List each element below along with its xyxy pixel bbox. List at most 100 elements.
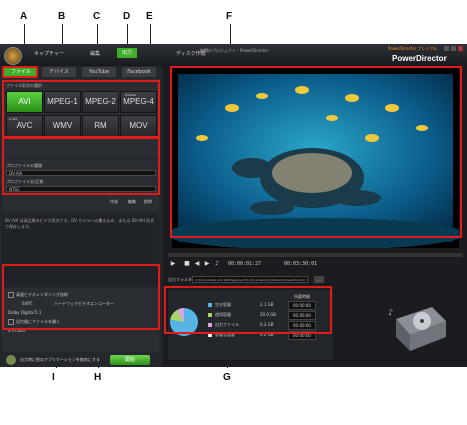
profile-delete-button[interactable]: 削除 (144, 199, 152, 205)
option-dolby-label: Dolby Digital 5.1 (8, 310, 42, 315)
time-header: 所要時間 (294, 294, 310, 299)
profile-edit-button[interactable]: 編集 (128, 199, 136, 205)
option-fast-rendering[interactable]: 高速ビデオレンダリング技術 (8, 292, 68, 298)
option-open-after[interactable]: 出力後にファイルを開く (8, 319, 60, 325)
format-rm[interactable]: RM (82, 115, 119, 137)
maximize-icon[interactable] (451, 46, 456, 51)
right-panel: ▶ ■ ◀ ▶ ♪ 00:00:01:27 00:03:30:01 出力フォルダ… (164, 66, 467, 367)
legend-free-value: 2.1 GB (260, 302, 274, 307)
checkbox-icon (8, 292, 14, 298)
callout-e: E (146, 11, 153, 22)
preview-window (165, 68, 465, 250)
status-icon (6, 355, 16, 365)
format-mov[interactable]: MOV (120, 115, 157, 137)
time-field-4: 00:00:00 (288, 331, 316, 340)
format-avc[interactable]: H.264 AVC (6, 115, 43, 137)
time-field-2: 00:00:00 (288, 311, 316, 320)
format-wmv[interactable]: WMV (44, 115, 81, 137)
time-field-1: 00:00:00 (288, 301, 316, 310)
profile-name-select[interactable]: NTSC (6, 186, 156, 192)
option-fast-rendering-label: 高速ビデオレンダリング技術 (16, 292, 68, 297)
svg-text:♪: ♪ (388, 308, 393, 317)
time-field-3: 00:00:00 (288, 321, 316, 330)
output-folder-row: 出力フォルダー: C:\Documents and Settings\user\… (168, 275, 463, 285)
stop-icon[interactable]: ■ (182, 259, 192, 269)
option-open-after-label: 出力後にファイルを開く (16, 319, 60, 324)
tab-device[interactable]: デバイス (42, 67, 76, 77)
option-xvcolor[interactable]: x.v.Color (8, 328, 25, 333)
format-avi-label: AVI (18, 97, 31, 106)
play-icon[interactable]: ▶ (168, 259, 178, 269)
legend-required: 必要な容量 (208, 332, 235, 338)
checkbox-icon (8, 319, 14, 325)
close-icon[interactable] (458, 46, 463, 51)
nav-edit[interactable]: 編集 (90, 50, 100, 57)
callout-b: B (58, 11, 66, 22)
callout-g: G (223, 372, 231, 383)
callout-c: C (93, 11, 101, 22)
status-text: 出力時に他のアプリケーションを無効にする (20, 357, 100, 362)
format-avc-label: AVC (16, 121, 33, 130)
format-mpeg2[interactable]: MPEG-2 (82, 91, 119, 113)
tab-facebook[interactable]: Facebook (122, 67, 156, 77)
format-mpeg4[interactable]: Portable MPEG-4 (120, 91, 157, 113)
premium-link[interactable]: PowerDirector プレミアム (388, 46, 437, 52)
legend-used-label: 使用容量 (215, 312, 231, 317)
app-window: キャプチャー 編集 出力 ディスク作成 無題のプロジェクト - PowerDir… (0, 44, 467, 367)
format-wmv-label: WMV (52, 121, 73, 130)
preview-image (165, 74, 465, 250)
format-panel: ファイル形式の選択 AVI MPEG-1 MPEG-2 Portable MPE… (2, 79, 159, 157)
status-row: 出力時に他のアプリケーションを無効にする 開始 (2, 354, 159, 366)
format-avc-note: H.264 (9, 117, 18, 121)
brand-title: PowerDirector (392, 54, 447, 63)
output-options: 高速ビデオレンダリング技術 SVRT ハードウェアビデオエンコーダー Dolby… (2, 288, 159, 352)
profile-type-label: プロファイルの種類 (6, 163, 42, 168)
legend-required-value: 0.2 GB (260, 332, 274, 337)
profile-type-select[interactable]: DV-AVI (6, 170, 156, 176)
option-svrt[interactable]: SVRT (22, 301, 32, 306)
profile-create-button[interactable]: 作成 (110, 199, 118, 205)
volume-icon[interactable]: ♪ (212, 259, 222, 269)
legend-output-value: 0.2 GB (260, 322, 274, 327)
format-mov-label: MOV (129, 121, 148, 130)
seek-slider[interactable] (168, 253, 463, 257)
option-hw-encoder[interactable]: ハードウェアビデオエンコーダー (54, 301, 114, 307)
format-mpeg2-label: MPEG-2 (85, 97, 116, 106)
browse-button[interactable]: ... (314, 276, 324, 283)
timecode-total: 00:03:30:01 (284, 261, 318, 267)
left-panel: ファイル デバイス YouTube Facebook ファイル形式の選択 AVI… (0, 66, 162, 367)
option-xvcolor-label: x.v.Color (8, 328, 26, 333)
format-avi[interactable]: AVI (6, 91, 43, 113)
format-mpeg4-label: MPEG-4 (123, 97, 154, 106)
option-hw-encoder-label: ハードウェアビデオエンコーダー (54, 301, 114, 306)
tab-youtube[interactable]: YouTube (82, 67, 116, 77)
nav-capture[interactable]: キャプチャー (34, 50, 64, 57)
nav-produce[interactable]: 出力 (117, 48, 137, 58)
disk-stats: 所要時間 空き容量 使用容量 出力ファイル 必要な容量 2.1 GB 20.0 … (168, 290, 333, 360)
window-title: 無題のプロジェクト - PowerDirector (200, 48, 269, 53)
format-mpeg1-label: MPEG-1 (47, 97, 78, 106)
format-rm-label: RM (94, 121, 107, 130)
minimize-icon[interactable] (444, 46, 449, 51)
player-controls: ▶ ■ ◀ ▶ ♪ 00:00:01:27 00:03:30:01 (168, 259, 463, 271)
legend-used: 使用容量 (208, 312, 231, 318)
profile-name-label: プロファイル名/品質 (6, 179, 44, 184)
format-description: DV AVI は高品質のビデオ形式です。DV カメラへの書き込み、または DV-… (2, 215, 159, 285)
callout-d: D (123, 11, 131, 22)
tab-file[interactable]: ファイル (4, 67, 38, 77)
callout-a: A (20, 11, 28, 22)
app-logo (4, 47, 22, 65)
previous-frame-icon[interactable]: ◀ (192, 259, 202, 269)
next-frame-icon[interactable]: ▶ (202, 259, 212, 269)
option-dolby[interactable]: Dolby Digital 5.1 (8, 310, 41, 315)
legend-free-label: 空き容量 (215, 302, 231, 307)
callout-f: F (226, 11, 233, 22)
legend-output-label: 出力ファイル (215, 322, 239, 327)
start-button[interactable]: 開始 (110, 355, 150, 365)
legend-used-value: 20.0 GB (260, 312, 277, 317)
disc-illustration: ♪ (386, 301, 450, 353)
option-svrt-label: SVRT (22, 301, 33, 306)
format-label: ファイル形式の選択 (6, 83, 42, 88)
output-folder-path[interactable]: C:\Documents and Settings\user\My Docume… (192, 276, 308, 283)
format-mpeg1[interactable]: MPEG-1 (44, 91, 81, 113)
